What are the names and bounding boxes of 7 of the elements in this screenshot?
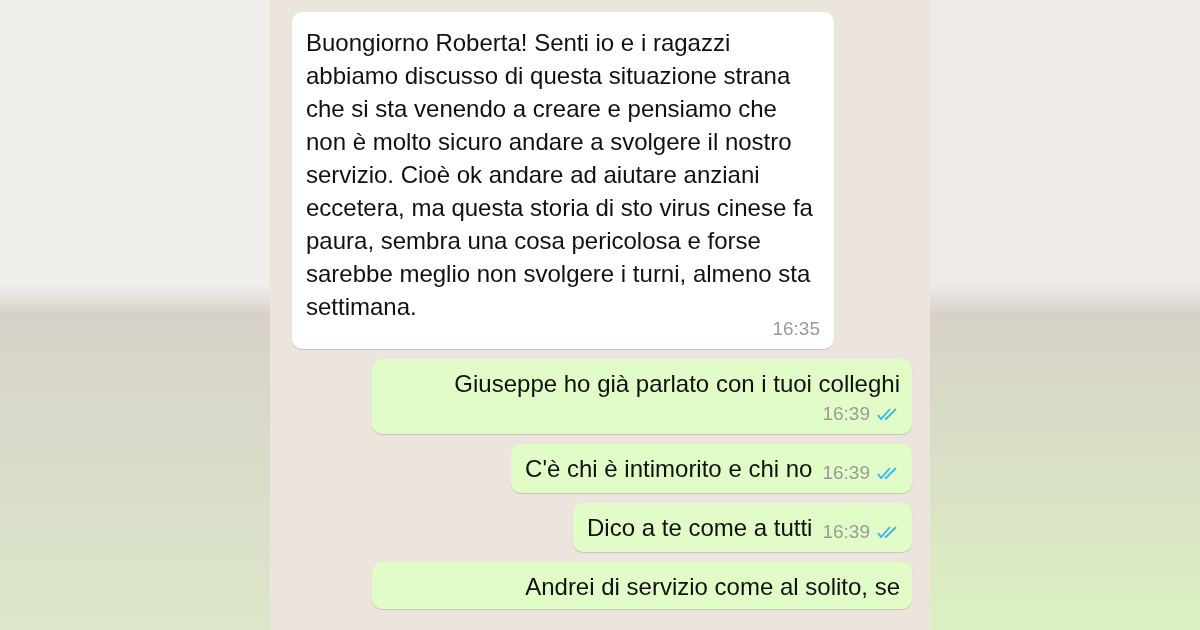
message-text: Andrei di servizio come al solito, se xyxy=(525,572,900,602)
message-time: 16:39 xyxy=(822,461,870,485)
message-text: C'è chi è intimorito e chi no xyxy=(525,454,813,484)
message-time: 16:39 xyxy=(822,520,870,544)
message-text: Dico a te come a tutti xyxy=(587,513,813,543)
message-text: Giuseppe ho già parlato con i tuoi colleghi xyxy=(454,369,900,399)
message-time: 16:39 xyxy=(822,402,870,426)
